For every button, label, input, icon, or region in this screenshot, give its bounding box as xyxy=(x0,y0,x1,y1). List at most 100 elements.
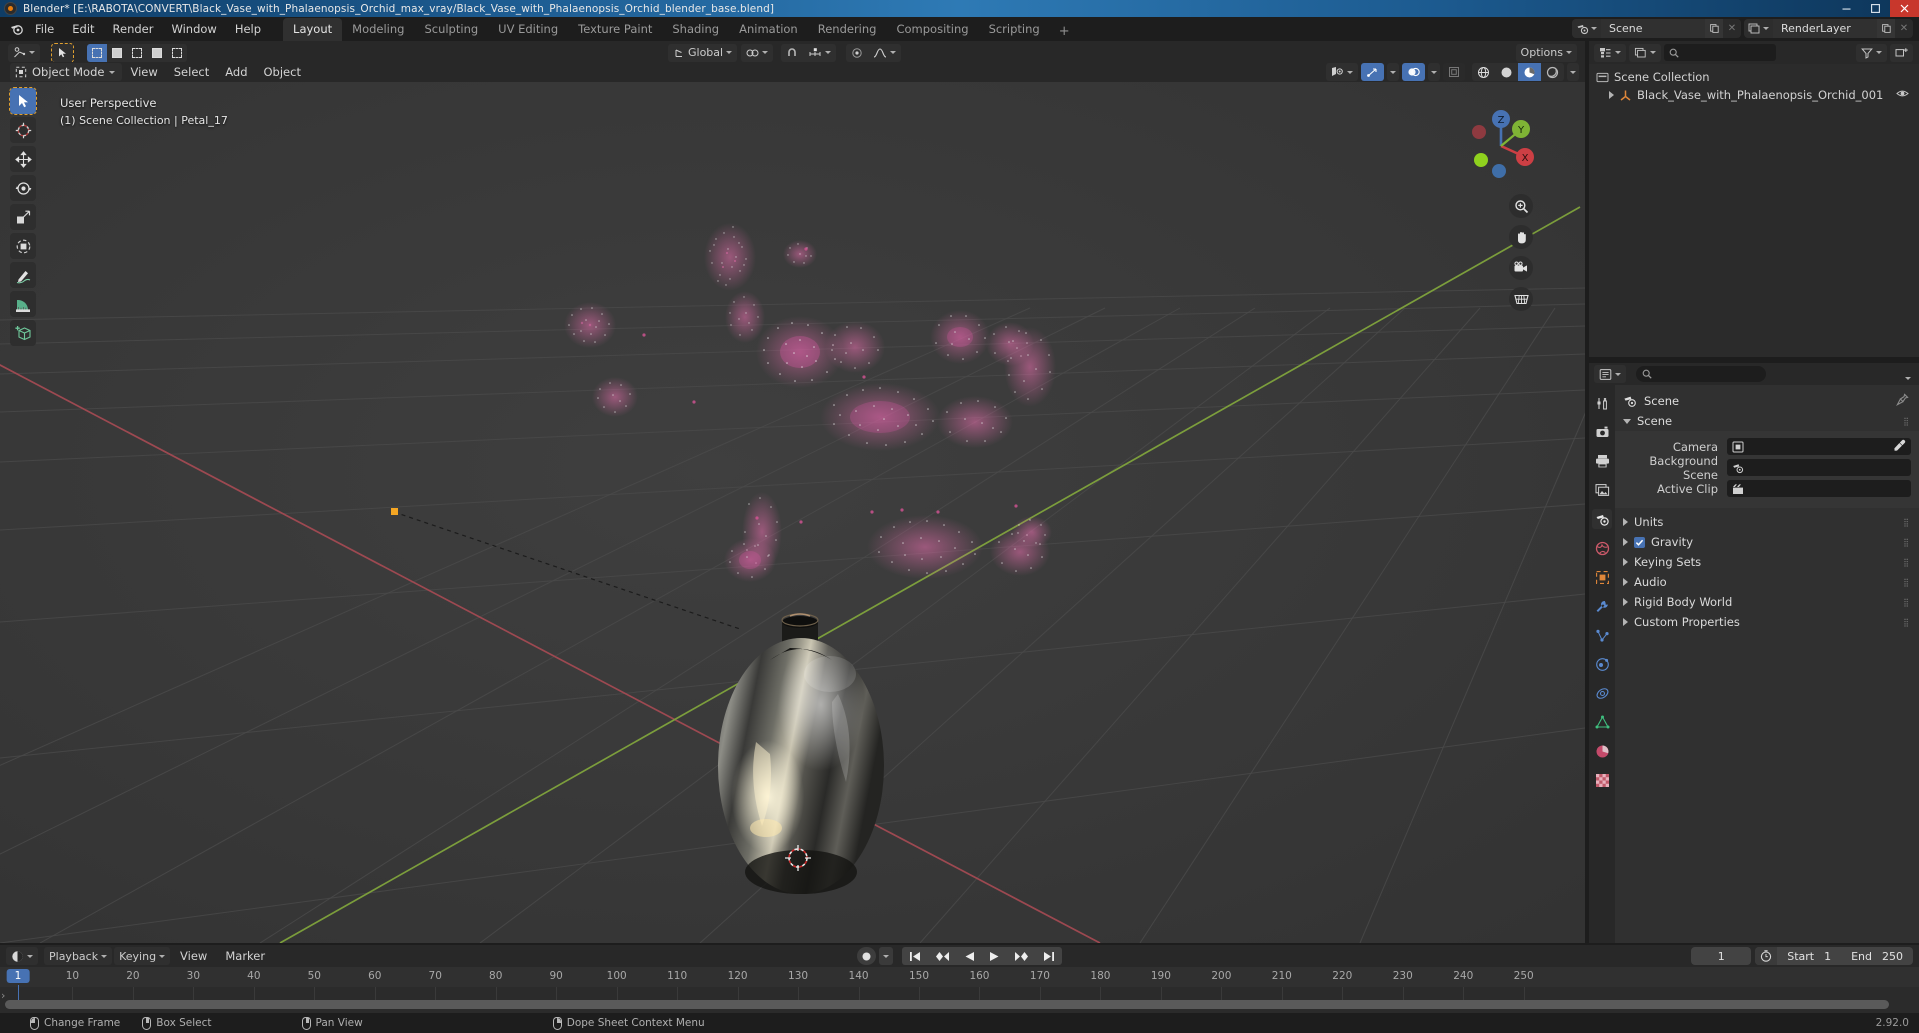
shading-solid-button[interactable] xyxy=(1495,63,1518,81)
zoom-icon[interactable] xyxy=(1509,194,1533,218)
end-frame-field[interactable]: End 250 xyxy=(1841,947,1913,965)
outliner-new-collection-button[interactable] xyxy=(1890,43,1913,62)
use-preview-range-icon[interactable] xyxy=(1755,947,1778,965)
shading-wireframe-button[interactable] xyxy=(1472,63,1495,81)
output-tab[interactable] xyxy=(1592,451,1612,471)
viewport-menu-add[interactable]: Add xyxy=(217,63,255,81)
viewport-menu-object[interactable]: Object xyxy=(256,63,309,81)
scene-icon[interactable] xyxy=(1572,19,1601,38)
cursor-tool[interactable] xyxy=(10,117,36,143)
current-frame-field[interactable]: 1 xyxy=(1691,947,1752,965)
shading-material-preview-button[interactable] xyxy=(1518,63,1541,81)
blender-logo-icon[interactable] xyxy=(8,21,25,38)
camera-icon[interactable] xyxy=(1509,256,1533,280)
scale-tool[interactable] xyxy=(10,204,36,230)
workspace-tab-shading[interactable]: Shading xyxy=(662,18,729,41)
workspace-tab-layout[interactable]: Layout xyxy=(283,18,343,41)
workspace-tab-texture-paint[interactable]: Texture Paint xyxy=(568,18,662,41)
play-button[interactable] xyxy=(982,947,1007,965)
unlink-scene-button[interactable]: ✕ xyxy=(1723,19,1741,38)
panel-header-scene[interactable]: Scene ⣿ xyxy=(1615,411,1919,431)
panel-header-rigid-body-world[interactable]: Rigid Body World ⣿ xyxy=(1615,592,1919,612)
editor-type-selector[interactable] xyxy=(8,43,40,62)
add-workspace-button[interactable]: + xyxy=(1050,22,1079,41)
panel-header-keying-sets[interactable]: Keying Sets ⣿ xyxy=(1615,552,1919,572)
timeline-ruler[interactable] xyxy=(0,967,1919,987)
object-tab[interactable] xyxy=(1592,567,1612,587)
view-layer-tab[interactable] xyxy=(1592,480,1612,500)
scene-selector[interactable]: Scene ✕ xyxy=(1572,19,1741,38)
viewport-options-button[interactable]: Options xyxy=(1515,43,1577,62)
texture-tab[interactable] xyxy=(1592,770,1612,790)
proportional-falloff-button[interactable] xyxy=(868,43,902,62)
snap-settings-button[interactable] xyxy=(803,43,837,62)
panel-drag-dots[interactable]: ⣿ xyxy=(1903,578,1910,587)
rotate-tool[interactable] xyxy=(10,175,36,201)
auto-keying-options-button[interactable] xyxy=(879,947,893,965)
background-scene-field[interactable] xyxy=(1727,459,1911,476)
measure-tool[interactable] xyxy=(10,291,36,317)
constraints-tab[interactable] xyxy=(1592,683,1612,703)
select-extend-button[interactable] xyxy=(107,43,127,62)
close-button[interactable] xyxy=(1890,0,1919,17)
visibility-selector[interactable] xyxy=(1326,63,1358,81)
modifier-tab[interactable] xyxy=(1592,596,1612,616)
xray-toggle-button[interactable] xyxy=(1443,63,1465,81)
workspace-tab-animation[interactable]: Animation xyxy=(729,18,808,41)
timeline-channel-expand-icon[interactable]: › xyxy=(1,989,5,1002)
menu-render[interactable]: Render xyxy=(105,19,162,39)
select-invert-button[interactable] xyxy=(147,43,167,62)
timeline-body[interactable]: 10 20 30 40 50 60 70 80 90 100 110 120 130 140 150 160 1… xyxy=(0,967,1919,1013)
show-gizmo-button[interactable] xyxy=(1361,63,1384,81)
panel-drag-dots[interactable]: ⣿ xyxy=(1903,598,1910,607)
show-overlays-button[interactable] xyxy=(1402,63,1425,81)
physics-tab[interactable] xyxy=(1592,654,1612,674)
properties-header-caret[interactable] xyxy=(1905,365,1911,384)
tweak-tool[interactable] xyxy=(9,87,37,115)
jump-to-end-button[interactable] xyxy=(1036,947,1062,965)
outliner-row-object[interactable]: Black_Vase_with_Phalaenopsis_Orchid_001 xyxy=(1589,86,1919,104)
panel-drag-dots[interactable]: ⣿ xyxy=(1903,618,1910,627)
menu-window[interactable]: Window xyxy=(163,19,224,39)
view-axis-gizmo[interactable]: Z Y X xyxy=(1459,104,1543,188)
panel-drag-dots[interactable]: ⣿ xyxy=(1903,558,1910,567)
panel-drag-dots[interactable]: ⣿ xyxy=(1903,538,1910,547)
workspace-tab-rendering[interactable]: Rendering xyxy=(808,18,887,41)
new-scene-button[interactable] xyxy=(1705,19,1723,38)
new-viewlayer-button[interactable] xyxy=(1877,19,1895,38)
snap-magnet-button[interactable] xyxy=(781,43,804,62)
gravity-checkbox[interactable] xyxy=(1634,536,1645,548)
material-tab[interactable] xyxy=(1592,741,1612,761)
eyedropper-icon[interactable] xyxy=(1893,437,1906,456)
expand-triangle-icon[interactable] xyxy=(1609,91,1614,99)
minimize-button[interactable] xyxy=(1832,0,1861,17)
panel-drag-dots[interactable]: ⣿ xyxy=(1903,417,1910,426)
pivot-point-selector[interactable] xyxy=(741,43,774,62)
tool-tab[interactable] xyxy=(1592,393,1612,413)
pan-hand-icon[interactable] xyxy=(1509,225,1533,249)
outliner-row-scene-collection[interactable]: Scene Collection xyxy=(1589,68,1919,86)
workspace-tab-modeling[interactable]: Modeling xyxy=(342,18,414,41)
panel-header-audio[interactable]: Audio ⣿ xyxy=(1615,572,1919,592)
world-tab[interactable] xyxy=(1592,538,1612,558)
workspace-tab-sculpting[interactable]: Sculpting xyxy=(414,18,488,41)
workspace-tab-uv-editing[interactable]: UV Editing xyxy=(488,18,568,41)
move-tool[interactable] xyxy=(10,146,36,172)
properties-search-input[interactable] xyxy=(1636,366,1766,382)
panel-drag-dots[interactable]: ⣿ xyxy=(1903,518,1910,527)
panel-header-gravity[interactable]: Gravity ⣿ xyxy=(1615,532,1919,552)
3d-viewport[interactable]: User Perspective (1) Scene Collection | … xyxy=(0,82,1585,943)
panel-header-units[interactable]: Units ⣿ xyxy=(1615,512,1919,532)
viewport-menu-select[interactable]: Select xyxy=(166,63,217,81)
overlay-options-button[interactable] xyxy=(1428,63,1440,81)
view-layer-icon[interactable] xyxy=(1744,19,1773,38)
scene-tab[interactable] xyxy=(1592,509,1612,529)
outliner-search-input[interactable] xyxy=(1664,44,1776,61)
annotate-tool[interactable] xyxy=(10,262,36,288)
shading-rendered-button[interactable] xyxy=(1541,63,1564,81)
viewlayer-name[interactable]: RenderLayer xyxy=(1773,19,1877,38)
outliner-filter-button[interactable] xyxy=(1856,43,1887,62)
camera-field[interactable] xyxy=(1727,438,1911,455)
object-mode-selector[interactable]: Object Mode xyxy=(10,63,123,81)
menu-help[interactable]: Help xyxy=(227,19,269,39)
